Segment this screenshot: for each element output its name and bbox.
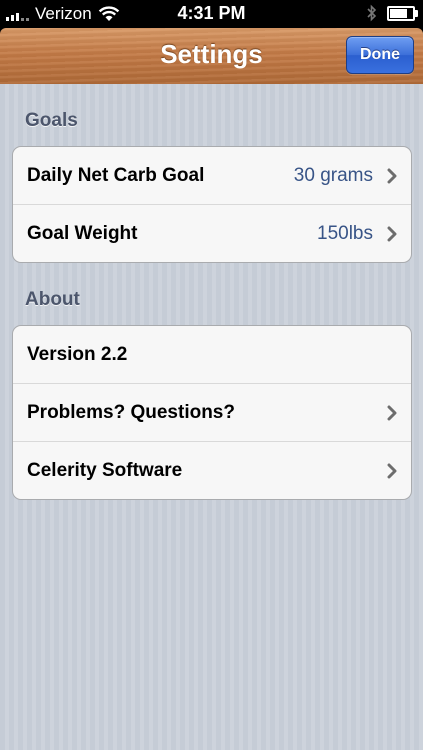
row-label: Celerity Software <box>27 459 183 481</box>
problems-questions-row[interactable]: Problems? Questions? <box>13 383 411 441</box>
celerity-software-row[interactable]: Celerity Software <box>13 441 411 499</box>
goal-weight-row[interactable]: Goal Weight 150lbs <box>13 204 411 262</box>
row-value: 150lbs <box>317 222 373 244</box>
settings-content: Goals Daily Net Carb Goal 30 grams Goal … <box>0 84 423 750</box>
daily-net-carb-goal-row[interactable]: Daily Net Carb Goal 30 grams <box>13 147 411 204</box>
row-label: Daily Net Carb Goal <box>27 164 205 186</box>
row-label: Goal Weight <box>27 222 138 244</box>
chevron-right-icon <box>387 226 397 241</box>
chevron-right-icon <box>387 168 397 183</box>
status-bar: Verizon 4:31 PM <box>0 0 423 28</box>
about-group: Version 2.2 Problems? Questions? Celerit… <box>12 325 412 500</box>
row-label: Problems? Questions? <box>27 401 235 423</box>
battery-icon <box>387 5 418 21</box>
section-header-goals: Goals <box>25 110 78 131</box>
section-header-about: About <box>25 289 80 310</box>
version-row: Version 2.2 <box>13 326 411 383</box>
navigation-bar: Settings Done <box>0 28 423 84</box>
done-button[interactable]: Done <box>346 36 414 74</box>
row-value: 30 grams <box>293 164 373 186</box>
chevron-right-icon <box>387 463 397 478</box>
bluetooth-icon <box>367 4 377 22</box>
status-time: 4:31 PM <box>177 3 246 23</box>
status-right <box>367 4 418 22</box>
chevron-right-icon <box>387 405 397 420</box>
row-label: Version 2.2 <box>27 343 128 365</box>
goals-group: Daily Net Carb Goal 30 grams Goal Weight… <box>12 146 412 263</box>
